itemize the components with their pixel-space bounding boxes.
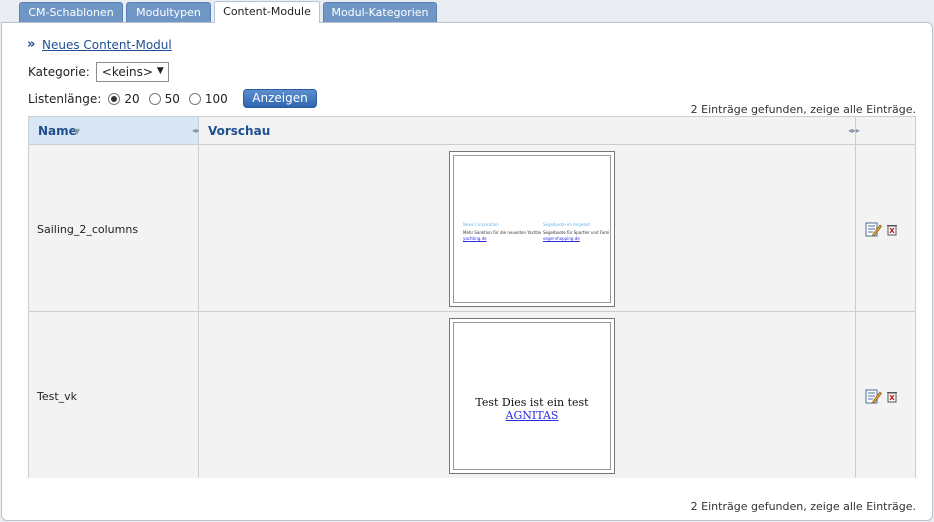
list-length-filter: Listenlänge: 20 50 100 bbox=[28, 89, 228, 109]
sort-arrow-icon: ▼ bbox=[74, 127, 81, 136]
cell-preview: News Corporation Mehr Sanktion für die n… bbox=[199, 145, 856, 311]
content-modules-table: Name ▼ ◂▸ Vorschau ◂▸ ▸ Sailing_2_column… bbox=[28, 116, 916, 478]
double-chevron-icon: » bbox=[27, 37, 36, 52]
show-button[interactable]: Anzeigen bbox=[243, 89, 317, 108]
category-select[interactable]: <keins> ▼ bbox=[95, 62, 169, 82]
radio-50-label: 50 bbox=[164, 92, 180, 106]
new-content-module-link[interactable]: Neues Content-Modul bbox=[42, 38, 172, 52]
table-row: Test_vk Test Dies ist ein test AGNITAS bbox=[29, 312, 915, 478]
column-header-actions: ▸ bbox=[856, 117, 915, 145]
column-resize-icon[interactable]: ▸ bbox=[856, 126, 860, 135]
preview-col2-link: segel-shopping.de bbox=[543, 236, 580, 241]
preview-link: AGNITAS bbox=[505, 409, 559, 422]
results-count-top: 2 Einträge gefunden, zeige alle Einträge… bbox=[690, 103, 916, 116]
tab-modul-kategorien[interactable]: Modul-Kategorien bbox=[323, 2, 437, 23]
chevron-down-icon: ▼ bbox=[156, 66, 164, 76]
tab-content-module[interactable]: Content-Module bbox=[214, 1, 320, 23]
preview-col1-heading: News Corporation bbox=[463, 222, 499, 227]
preview-col1-text: Mehr Sanktion für die neuesten Yachten bbox=[463, 230, 541, 235]
cell-actions bbox=[856, 312, 915, 478]
new-module-link-row: » Neues Content-Modul bbox=[27, 37, 172, 53]
preview-col1-link: yachting.de bbox=[463, 236, 487, 241]
tab-cm-schablonen[interactable]: CM-Schablonen bbox=[19, 2, 123, 23]
radio-50[interactable] bbox=[148, 93, 161, 105]
category-selected-value: <keins> bbox=[101, 65, 153, 79]
table-row: Sailing_2_columns News Corporation Mehr … bbox=[29, 145, 915, 312]
column-header-name-label: Name bbox=[38, 124, 77, 138]
module-preview-thumbnail[interactable]: Test Dies ist ein test AGNITAS bbox=[449, 318, 615, 474]
column-header-name[interactable]: Name ▼ ◂▸ bbox=[29, 117, 200, 145]
preview-text-line: Test Dies ist ein test AGNITAS bbox=[454, 396, 610, 422]
column-header-preview-label: Vorschau bbox=[208, 124, 271, 138]
category-filter: Kategorie: <keins> ▼ bbox=[28, 62, 169, 82]
delete-icon[interactable] bbox=[886, 390, 898, 403]
edit-icon[interactable] bbox=[865, 222, 882, 237]
cell-actions bbox=[856, 145, 915, 311]
results-count-bottom: 2 Einträge gefunden, zeige alle Einträge… bbox=[690, 500, 916, 513]
cell-preview: Test Dies ist ein test AGNITAS bbox=[199, 312, 856, 478]
radio-100-label: 100 bbox=[204, 92, 228, 106]
tab-bar: CM-Schablonen Modultypen Content-Module … bbox=[0, 0, 934, 24]
preview-col2-text: Segelboote für Sportler und Familien bbox=[543, 230, 609, 235]
radio-20-label: 20 bbox=[124, 92, 140, 106]
preview-frame: News Corporation Mehr Sanktion für die n… bbox=[453, 155, 611, 303]
module-name: Sailing_2_columns bbox=[37, 223, 139, 236]
module-name: Test_vk bbox=[37, 390, 78, 403]
list-length-label: Listenlänge: bbox=[28, 92, 102, 106]
preview-text: Test Dies ist ein test bbox=[475, 396, 589, 409]
cell-name: Sailing_2_columns bbox=[29, 145, 199, 311]
column-resize-icon[interactable]: ◂▸ bbox=[848, 126, 856, 135]
radio-20[interactable] bbox=[108, 93, 121, 105]
category-label: Kategorie: bbox=[28, 65, 90, 79]
radio-100[interactable] bbox=[188, 93, 201, 105]
preview-frame: Test Dies ist ein test AGNITAS bbox=[453, 322, 611, 470]
column-header-preview: Vorschau ◂▸ bbox=[199, 117, 856, 145]
cell-name: Test_vk bbox=[29, 312, 199, 478]
module-preview-thumbnail[interactable]: News Corporation Mehr Sanktion für die n… bbox=[449, 151, 615, 307]
preview-col2-heading: Segelboote im Angebot bbox=[543, 222, 590, 227]
delete-icon[interactable] bbox=[886, 223, 898, 236]
tab-modultypen[interactable]: Modultypen bbox=[126, 2, 211, 23]
edit-icon[interactable] bbox=[865, 389, 882, 404]
